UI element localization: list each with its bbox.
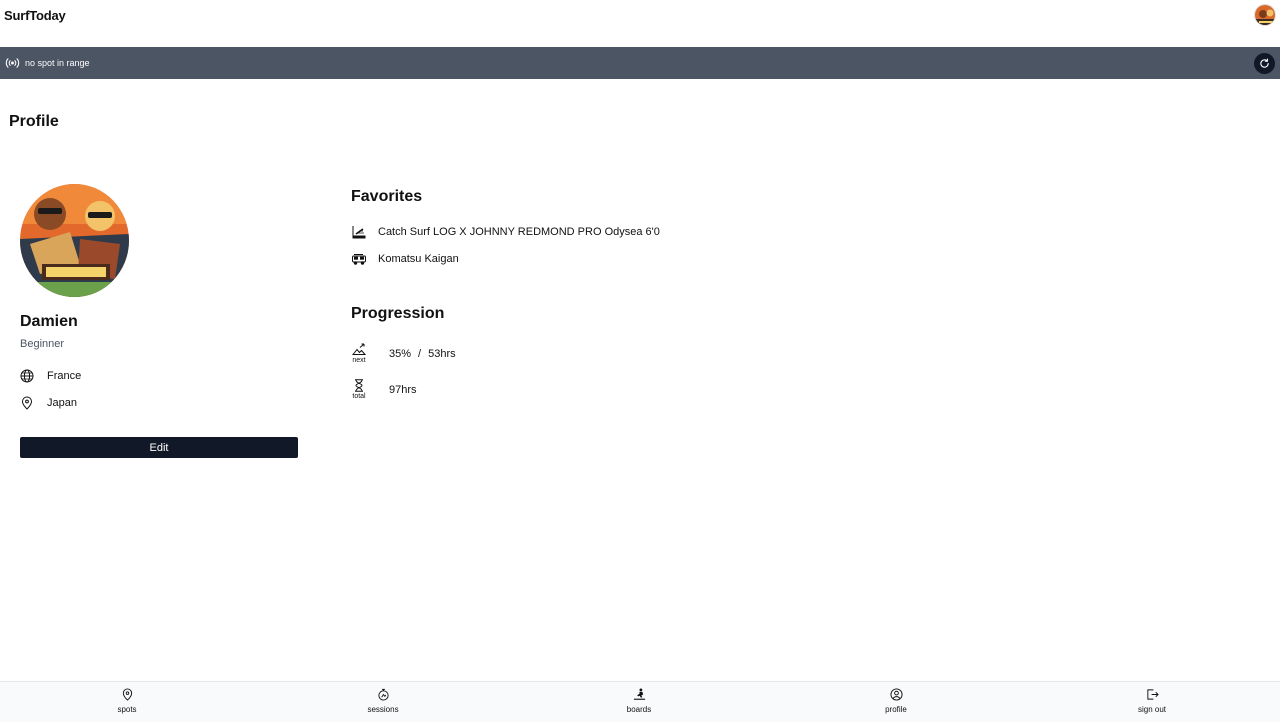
total-hours: 97hrs — [389, 383, 417, 396]
status-text: no spot in range — [25, 58, 90, 68]
nav-sessions-label: sessions — [367, 705, 399, 714]
sign-out-icon — [1146, 689, 1159, 700]
edit-profile-button[interactable]: Edit — [20, 437, 298, 458]
location-pin-icon — [21, 396, 33, 410]
bottom-navigation: spots sessions boards profile sign out — [0, 681, 1280, 722]
favorite-board-text: Catch Surf LOG X JOHNNY REDMOND PRO Odys… — [378, 226, 660, 238]
brand-logo[interactable]: SurfToday — [4, 8, 66, 23]
progress-separator: / — [418, 347, 422, 360]
favorite-spot-row[interactable]: Komatsu Kaigan — [351, 251, 459, 267]
profile-avatar — [20, 184, 129, 297]
user-avatar[interactable] — [1254, 4, 1276, 26]
location-row: Japan — [20, 395, 77, 411]
refresh-button[interactable] — [1254, 53, 1275, 74]
nav-boards[interactable]: boards — [599, 688, 679, 714]
nav-spots[interactable]: spots — [87, 688, 167, 714]
globe-icon — [20, 369, 34, 383]
location-pin-icon — [122, 688, 132, 701]
mountain-arrow-icon — [352, 343, 366, 355]
hourglass-icon — [355, 379, 363, 392]
nav-profile-label: profile — [885, 705, 907, 714]
user-level: Beginner — [20, 338, 65, 350]
refresh-icon — [1260, 58, 1269, 68]
page-title: Profile — [9, 113, 59, 130]
user-name: Damien — [20, 313, 78, 330]
country-text: France — [47, 370, 82, 382]
nav-sign-out[interactable]: sign out — [1112, 688, 1192, 714]
nav-boards-label: boards — [626, 705, 652, 714]
nav-spots-label: spots — [117, 705, 137, 714]
location-text: Japan — [47, 397, 77, 409]
next-percent: 35% — [389, 347, 412, 360]
stopwatch-icon — [377, 688, 389, 701]
status-bar: no spot in range — [0, 47, 1280, 79]
nav-sessions[interactable]: sessions — [343, 688, 423, 714]
progression-next-row: next 35% / 53hrs — [351, 343, 456, 364]
favorites-title: Favorites — [351, 188, 423, 205]
surfboard-icon — [352, 226, 366, 239]
user-circle-icon — [889, 688, 903, 701]
nav-profile[interactable]: profile — [856, 688, 936, 714]
favorite-spot-text: Komatsu Kaigan — [378, 253, 459, 265]
progression-title: Progression — [351, 305, 445, 322]
country-row: France — [20, 368, 81, 384]
nav-sign-out-label: sign out — [1137, 705, 1167, 714]
van-icon — [352, 254, 366, 265]
next-hours: 53hrs — [428, 347, 456, 360]
top-bar: SurfToday — [0, 0, 1280, 47]
next-caption: next — [352, 357, 366, 364]
progression-total-row: total 97hrs — [351, 379, 417, 400]
favorite-board-row[interactable]: Catch Surf LOG X JOHNNY REDMOND PRO Odys… — [351, 224, 660, 240]
surfer-icon — [633, 688, 645, 700]
broadcast-icon — [5, 58, 20, 68]
total-caption: total — [352, 393, 366, 400]
